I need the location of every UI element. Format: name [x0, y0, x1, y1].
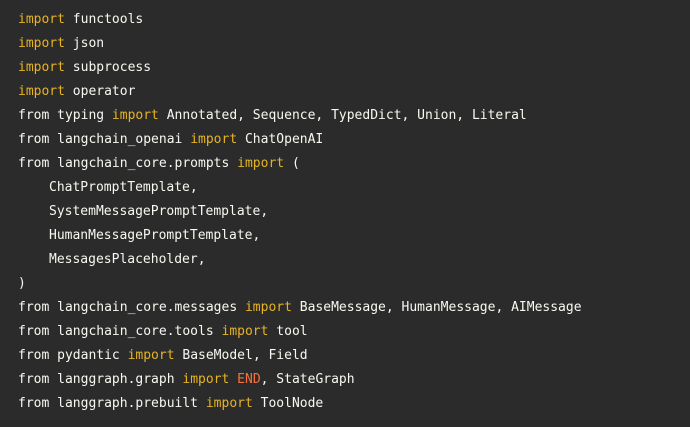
code-line: from langchain_openai import ChatOpenAI — [18, 128, 690, 152]
code-token-plain: from typing — [18, 108, 112, 123]
code-token-constant: END — [237, 372, 261, 387]
code-token-keyword: import — [221, 324, 269, 339]
code-token-keyword: import — [182, 372, 230, 387]
code-token-plain: from langgraph.prebuilt — [18, 396, 206, 411]
code-line: from langchain_core.tools import tool — [18, 320, 690, 344]
code-line: ChatPromptTemplate, — [18, 176, 690, 200]
code-token-plain: from langchain_core.messages — [18, 300, 245, 315]
code-token-plain: operator — [64, 84, 136, 99]
code-line: HumanMessagePromptTemplate, — [18, 224, 690, 248]
code-token-plain: Annotated, Sequence, TypedDict, Union, L… — [158, 108, 527, 123]
code-token-plain: MessagesPlaceholder, — [49, 252, 206, 267]
code-token-plain: from langchain_openai — [18, 132, 191, 147]
code-line: from langgraph.prebuilt import ToolNode — [18, 392, 690, 416]
code-token-keyword: import — [237, 156, 285, 171]
code-block: import functools import json import subpro… — [0, 0, 690, 427]
code-line: import subprocess — [18, 56, 690, 80]
code-token-plain: BaseModel, Field — [174, 348, 308, 363]
code-token-plain: subprocess — [64, 60, 152, 75]
code-line: from langgraph.graph import END, StateGr… — [18, 368, 690, 392]
code-token-plain: tool — [268, 324, 308, 339]
code-token-keyword: import — [18, 36, 65, 51]
code-token-plain: ChatOpenAI — [237, 132, 324, 147]
code-line: SystemMessagePromptTemplate, — [18, 200, 690, 224]
code-token-keyword: import — [18, 84, 65, 99]
code-token-plain: BaseMessage, HumanMessage, AIMessage — [291, 300, 582, 315]
code-line: from pydantic import BaseModel, Field — [18, 344, 690, 368]
code-token-keyword: import — [190, 132, 238, 147]
code-token-plain: from langchain_core.tools — [18, 324, 222, 339]
code-line: import operator — [18, 80, 690, 104]
code-token-plain: functools — [64, 12, 144, 27]
code-line: import json — [18, 32, 690, 56]
code-line: ) — [18, 272, 690, 296]
code-line: from langchain_core.messages import Base… — [18, 296, 690, 320]
code-line: import functools — [18, 8, 690, 32]
code-token-keyword: import — [18, 12, 65, 27]
code-token-plain: from pydantic — [18, 348, 128, 363]
code-token-plain: SystemMessagePromptTemplate, — [49, 204, 269, 219]
code-token-keyword: import — [127, 348, 175, 363]
code-token-keyword: import — [205, 396, 253, 411]
code-token-plain: from langchain_core.prompts — [18, 156, 238, 171]
code-line: MessagesPlaceholder, — [18, 248, 690, 272]
code-token-plain: json — [64, 36, 105, 51]
code-token-keyword: import — [18, 60, 65, 75]
code-line: from langchain_core.prompts import ( — [18, 152, 690, 176]
code-token-keyword: import — [111, 108, 159, 123]
code-token-keyword: import — [244, 300, 292, 315]
code-token-plain: ( — [284, 156, 300, 171]
code-token-plain: , StateGraph — [260, 372, 355, 387]
code-token-plain: ToolNode — [252, 396, 324, 411]
code-token-plain: ) — [18, 276, 26, 291]
code-token-plain: HumanMessagePromptTemplate, — [49, 228, 261, 243]
code-line: from typing import Annotated, Sequence, … — [18, 104, 690, 128]
code-token-plain: ChatPromptTemplate, — [49, 180, 198, 195]
code-token-plain: from langgraph.graph — [18, 372, 183, 387]
